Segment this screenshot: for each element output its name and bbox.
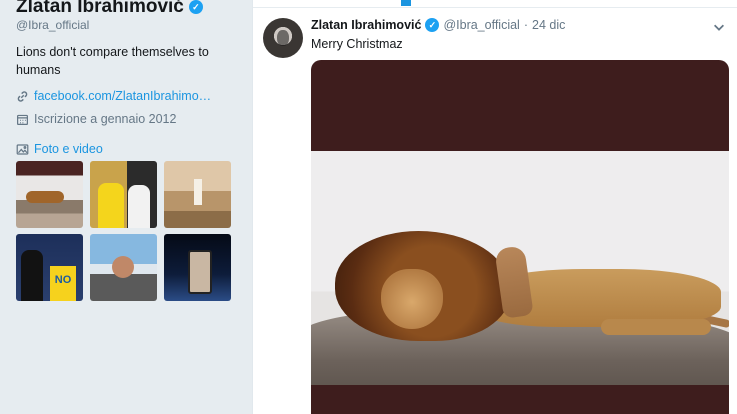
tweet-text: Merry Christmaz <box>311 37 403 51</box>
lion-face-shape <box>381 269 443 329</box>
avatar[interactable] <box>263 18 303 58</box>
tweet-image[interactable] <box>311 60 729 414</box>
active-tab-indicator <box>401 0 411 6</box>
profile-name[interactable]: Zlatan Ibrahimović <box>16 0 184 18</box>
tweet[interactable]: Zlatan Ibrahimović ✓ @Ibra_official · 24… <box>253 9 737 414</box>
tweet-separator: · <box>523 18 529 32</box>
media-thumbnail-space[interactable] <box>164 234 231 301</box>
profile-name-row: Zlatan Ibrahimović ✓ <box>16 0 203 18</box>
verified-badge-icon: ✓ <box>188 0 203 14</box>
profile-website-link[interactable]: facebook.com/ZlatanIbrahimo… <box>34 89 211 103</box>
profile-sidebar: Zlatan Ibrahimović ✓ @Ibra_official Lion… <box>0 0 250 414</box>
calendar-icon <box>16 113 29 126</box>
tweet-date[interactable]: 24 dic <box>532 18 565 32</box>
lion-photo <box>311 151 729 385</box>
timeline-tabs-strip <box>253 0 737 8</box>
media-thumbnail-people[interactable] <box>90 161 157 228</box>
photos-videos-link[interactable]: Foto e video <box>34 142 103 156</box>
profile-bio: Lions don't compare themselves to humans <box>16 45 209 77</box>
profile-handle[interactable]: @Ibra_official <box>16 18 89 32</box>
photos-videos-header[interactable]: Foto e video <box>16 142 103 156</box>
media-thumbnail-lion[interactable] <box>16 161 83 228</box>
verified-badge-icon: ✓ <box>425 18 440 32</box>
media-thumbnail-event[interactable] <box>16 234 83 301</box>
tweet-author-handle[interactable]: @Ibra_official <box>443 18 519 32</box>
profile-website-row: facebook.com/ZlatanIbrahimo… <box>16 89 211 103</box>
link-icon <box>16 90 29 103</box>
tweet-header: Zlatan Ibrahimović ✓ @Ibra_official · 24… <box>311 18 565 32</box>
lion-leg-shape <box>601 319 711 335</box>
media-thumbnail-landscape[interactable] <box>164 161 231 228</box>
media-thumbnail-beach[interactable] <box>90 234 157 301</box>
profile-joined-text: Iscrizione a gennaio 2012 <box>34 112 177 126</box>
image-icon <box>16 143 29 156</box>
media-grid <box>16 161 231 301</box>
profile-joined-row: Iscrizione a gennaio 2012 <box>16 112 176 126</box>
tweet-author-name[interactable]: Zlatan Ibrahimović <box>311 18 421 32</box>
timeline: Zlatan Ibrahimović ✓ @Ibra_official · 24… <box>252 0 737 414</box>
chevron-down-icon[interactable] <box>712 20 726 34</box>
